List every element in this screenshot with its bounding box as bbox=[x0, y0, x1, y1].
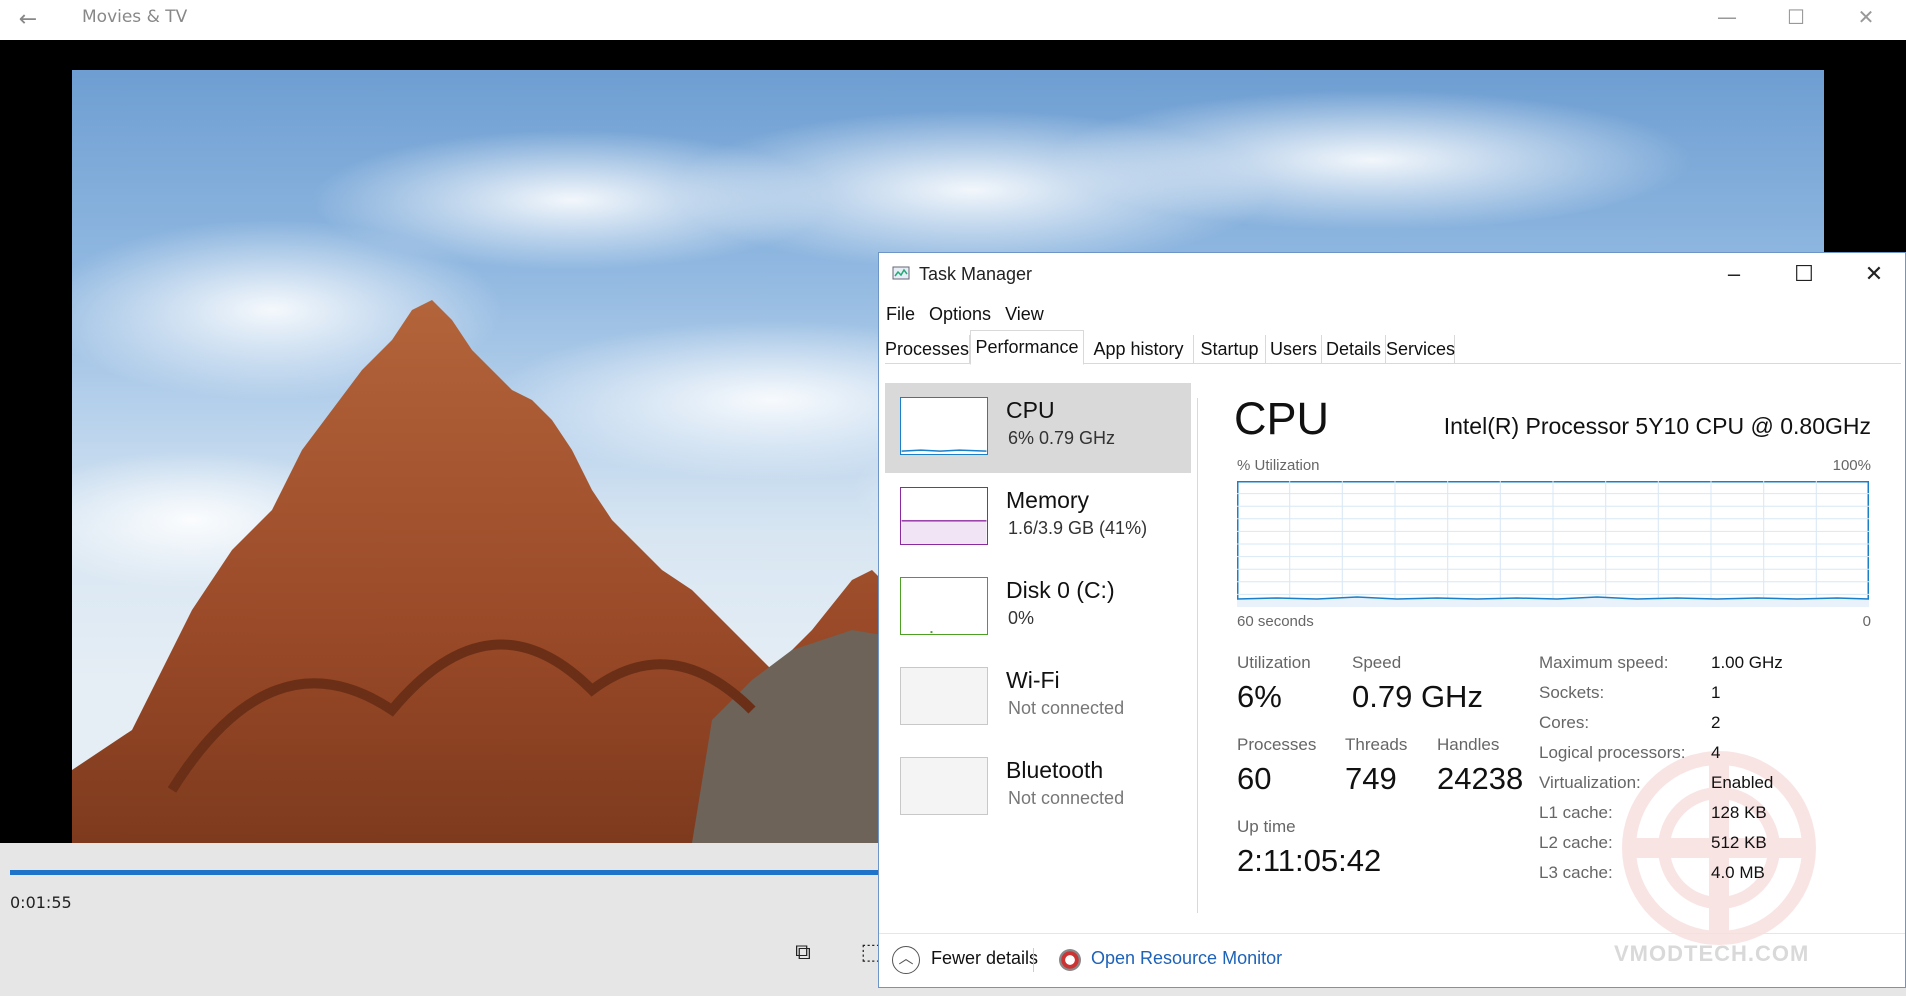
sidebar-item-cpu[interactable]: CPU 6% 0.79 GHz bbox=[885, 383, 1191, 473]
movies-titlebar: ← Movies & TV — ☐ ✕ bbox=[0, 0, 1906, 40]
open-resource-monitor-link[interactable]: Open Resource Monitor bbox=[1091, 948, 1282, 969]
menu-view[interactable]: View bbox=[998, 297, 1051, 331]
menu-options[interactable]: Options bbox=[922, 297, 998, 331]
tab-app-history[interactable]: App history bbox=[1084, 335, 1194, 363]
speed-value: 0.79 GHz bbox=[1352, 679, 1483, 714]
tm-titlebar: Task Manager – ☐ ✕ bbox=[879, 253, 1905, 295]
wifi-thumbnail bbox=[900, 667, 988, 725]
chevron-up-icon[interactable]: ︿ bbox=[892, 946, 920, 974]
graph-time-label: 60 seconds bbox=[1237, 613, 1314, 630]
sidebar-title: Bluetooth bbox=[1006, 757, 1104, 783]
threads-value: 749 bbox=[1345, 761, 1397, 796]
tm-minimize-icon[interactable]: – bbox=[1699, 253, 1769, 295]
info-value: 1.00 GHz bbox=[1711, 653, 1783, 672]
cpu-model: Intel(R) Processor 5Y10 CPU @ 0.80GHz bbox=[1443, 413, 1871, 439]
sidebar-title: CPU bbox=[1006, 397, 1055, 423]
sidebar-item-wifi[interactable]: Wi-Fi Not connected bbox=[885, 653, 1191, 743]
sidebar-sub: 0% bbox=[1008, 608, 1035, 628]
cpu-thumbnail bbox=[900, 397, 988, 455]
info-label: Cores: bbox=[1539, 713, 1590, 732]
info-value: 4.0 MB bbox=[1711, 863, 1765, 882]
back-arrow-icon[interactable]: ← bbox=[14, 6, 42, 34]
perf-sidebar: CPU 6% 0.79 GHz Memory 1.6/3.9 GB (41%) … bbox=[885, 383, 1191, 923]
handles-value: 24238 bbox=[1437, 761, 1524, 796]
maximize-icon[interactable]: ☐ bbox=[1768, 0, 1824, 34]
info-label: Sockets: bbox=[1539, 683, 1605, 702]
utilization-value: 6% bbox=[1237, 679, 1282, 714]
processes-value: 60 bbox=[1237, 761, 1272, 796]
pane-divider bbox=[1197, 398, 1198, 913]
info-label: Logical processors: bbox=[1539, 743, 1686, 762]
close-icon[interactable]: ✕ bbox=[1838, 0, 1894, 34]
task-manager-window: Task Manager – ☐ ✕ File Options View Proce… bbox=[878, 252, 1906, 988]
sidebar-title: Disk 0 (C:) bbox=[1006, 577, 1115, 603]
resource-monitor-icon bbox=[1059, 949, 1081, 971]
sidebar-item-disk[interactable]: Disk 0 (C:) 0% bbox=[885, 563, 1191, 653]
tab-startup[interactable]: Startup bbox=[1194, 335, 1266, 363]
footer-separator bbox=[1033, 948, 1034, 972]
app-title: Movies & TV bbox=[82, 7, 188, 27]
uptime-label: Up time bbox=[1237, 817, 1296, 836]
sidebar-sub: Not connected bbox=[1008, 788, 1125, 808]
utilization-label: Utilization bbox=[1237, 653, 1311, 672]
tm-menubar: File Options View bbox=[879, 297, 1905, 331]
utilization-axis-label: % Utilization bbox=[1237, 457, 1320, 474]
memory-thumbnail bbox=[900, 487, 988, 545]
cast-icon[interactable]: ⧉ bbox=[783, 935, 823, 971]
threads-label: Threads bbox=[1345, 735, 1408, 754]
sidebar-title: Memory bbox=[1006, 487, 1090, 513]
perf-title: CPU bbox=[1234, 393, 1330, 444]
info-value: 4 bbox=[1711, 743, 1721, 762]
tm-footer: ︿ Fewer details Open Resource Monitor bbox=[879, 933, 1905, 990]
tab-users[interactable]: Users bbox=[1266, 335, 1322, 363]
uptime-value: 2:11:05:42 bbox=[1237, 843, 1382, 878]
info-label: L1 cache: bbox=[1539, 803, 1613, 822]
tab-performance[interactable]: Performance bbox=[970, 330, 1084, 365]
info-value: Enabled bbox=[1711, 773, 1774, 792]
info-value: 1 bbox=[1711, 683, 1721, 702]
tm-title: Task Manager bbox=[919, 264, 1033, 284]
info-label: Virtualization: bbox=[1539, 773, 1641, 792]
current-time: 0:01:55 bbox=[10, 893, 72, 912]
info-value: 128 KB bbox=[1711, 803, 1767, 822]
sidebar-sub: 6% 0.79 GHz bbox=[1008, 428, 1116, 448]
tm-close-icon[interactable]: ✕ bbox=[1839, 253, 1906, 295]
disk-thumbnail bbox=[900, 577, 988, 635]
sidebar-title: Wi-Fi bbox=[1006, 667, 1060, 693]
tm-tabs: Processes Performance App history Startu… bbox=[885, 330, 1901, 365]
info-label: Maximum speed: bbox=[1539, 653, 1669, 672]
sidebar-item-bluetooth[interactable]: Bluetooth Not connected bbox=[885, 743, 1191, 833]
menu-file[interactable]: File bbox=[879, 297, 922, 331]
tab-details[interactable]: Details bbox=[1322, 335, 1386, 363]
tm-maximize-icon[interactable]: ☐ bbox=[1769, 253, 1839, 295]
sidebar-sub: Not connected bbox=[1008, 698, 1125, 718]
task-manager-icon bbox=[892, 266, 910, 280]
handles-label: Handles bbox=[1437, 735, 1500, 754]
progress-fill bbox=[10, 870, 878, 875]
processes-label: Processes bbox=[1237, 735, 1317, 754]
info-label: L3 cache: bbox=[1539, 863, 1613, 882]
bluetooth-thumbnail bbox=[900, 757, 988, 815]
speed-label: Speed bbox=[1352, 653, 1402, 672]
minimize-icon[interactable]: — bbox=[1699, 0, 1755, 34]
utilization-max-label: 100% bbox=[1832, 457, 1871, 474]
fewer-details-button[interactable]: Fewer details bbox=[931, 948, 1038, 969]
sidebar-item-memory[interactable]: Memory 1.6/3.9 GB (41%) bbox=[885, 473, 1191, 563]
cpu-utilization-graph bbox=[1237, 481, 1869, 607]
info-label: L2 cache: bbox=[1539, 833, 1613, 852]
sidebar-sub: 1.6/3.9 GB (41%) bbox=[1008, 518, 1148, 538]
tab-processes[interactable]: Processes bbox=[885, 335, 970, 363]
tab-services[interactable]: Services bbox=[1386, 335, 1455, 363]
info-value: 512 KB bbox=[1711, 833, 1767, 852]
graph-min-label: 0 bbox=[1862, 613, 1871, 630]
info-value: 2 bbox=[1711, 713, 1721, 732]
